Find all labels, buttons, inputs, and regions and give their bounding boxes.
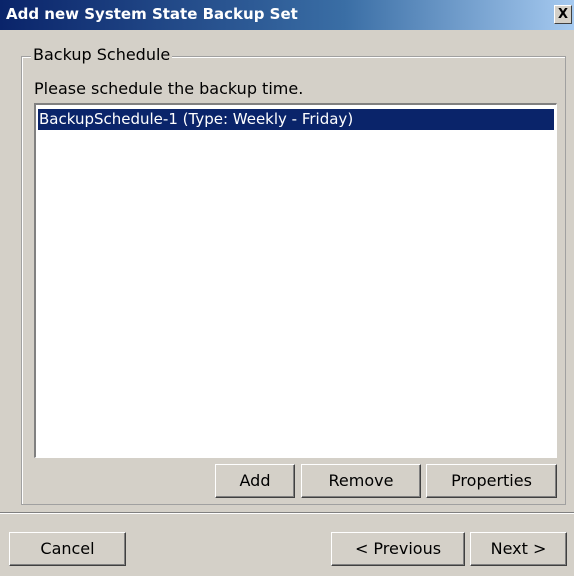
instruction-text: Please schedule the backup time. <box>34 79 304 98</box>
add-button[interactable]: Add <box>215 464 295 498</box>
footer-separator <box>0 512 574 514</box>
properties-button[interactable]: Properties <box>426 464 557 498</box>
title-bar[interactable]: Add new System State Backup Set X <box>0 0 574 30</box>
window-title: Add new System State Backup Set <box>6 5 298 23</box>
cancel-button[interactable]: Cancel <box>9 532 126 566</box>
previous-button[interactable]: < Previous <box>331 532 465 566</box>
schedule-listbox[interactable]: BackupSchedule-1 (Type: Weekly - Friday) <box>34 103 557 458</box>
close-button[interactable]: X <box>554 5 572 24</box>
next-button[interactable]: Next > <box>470 532 567 566</box>
group-legend: Backup Schedule <box>31 45 173 65</box>
remove-button[interactable]: Remove <box>301 464 421 498</box>
close-icon: X <box>557 7 569 22</box>
list-item-backup-schedule-1[interactable]: BackupSchedule-1 (Type: Weekly - Friday) <box>38 109 554 130</box>
dialog-window: Add new System State Backup Set X Backup… <box>0 0 574 576</box>
